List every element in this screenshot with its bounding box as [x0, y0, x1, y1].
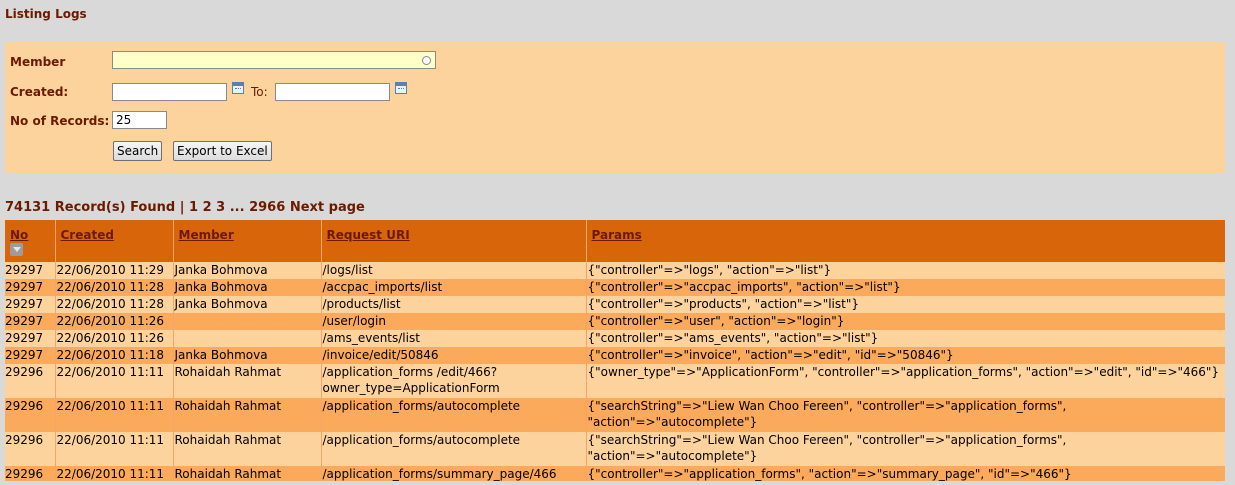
cell-created: 22/06/2010 11:11 [54, 432, 173, 466]
column-header-no[interactable]: No [5, 220, 55, 262]
calendar-icon[interactable] [395, 82, 407, 94]
cell-request-uri: /ams_events/list [320, 330, 586, 347]
filter-panel: Member Created: To: No of Records: Searc… [5, 42, 1225, 173]
pager-separator: | [179, 200, 185, 215]
sort-link-created[interactable]: Created [61, 228, 114, 242]
member-input[interactable] [112, 51, 436, 69]
cell-member: Rohaidah Rahmat [172, 364, 321, 398]
page-link-2[interactable]: 2 [203, 200, 212, 215]
table-header-row: No Created Member Request URI Params [5, 220, 1225, 262]
cell-member: Janka Bohmova [172, 296, 321, 313]
cell-params: {"controller"=>"accpac_imports", "action… [585, 279, 1225, 296]
cell-created: 22/06/2010 11:11 [54, 364, 173, 398]
page-title: Listing Logs [5, 7, 87, 21]
cell-params: {"searchString"=>"Liew Wan Choo Fereen",… [585, 432, 1225, 466]
export-excel-button[interactable]: Export to Excel [173, 141, 272, 161]
cell-no: 29297 [5, 347, 55, 364]
cell-member [172, 330, 321, 347]
cell-request-uri: /application_forms /edit/466?owner_type=… [320, 364, 586, 398]
cell-params: {"searchString"=>"Liew Wan Choo Fereen",… [585, 398, 1225, 432]
table-row: 29297 22/06/2010 11:18 Janka Bohmova /in… [5, 347, 1225, 364]
table-row: 29296 22/06/2010 11:11 Rohaidah Rahmat /… [5, 398, 1225, 432]
table-row: 29296 22/06/2010 11:11 Rohaidah Rahmat /… [5, 432, 1225, 466]
calendar-icon[interactable] [232, 82, 244, 94]
cell-member: Rohaidah Rahmat [172, 398, 321, 432]
records-input[interactable] [112, 111, 167, 129]
cell-params: {"controller"=>"products", "action"=>"li… [585, 296, 1225, 313]
table-row: 29297 22/06/2010 11:26 /ams_events/list … [5, 330, 1225, 347]
sort-descending-icon[interactable] [10, 243, 23, 256]
cell-params: {"controller"=>"ams_events", "action"=>"… [585, 330, 1225, 347]
cell-member: Janka Bohmova [172, 279, 321, 296]
cell-created: 22/06/2010 11:18 [54, 347, 173, 364]
page-bottom-edge [0, 481, 1235, 485]
cell-params: {"controller"=>"logs", "action"=>"list"} [585, 262, 1225, 279]
created-from-input[interactable] [112, 83, 227, 101]
table-row: 29297 22/06/2010 11:26 /user/login {"con… [5, 313, 1225, 330]
cell-request-uri: /accpac_imports/list [320, 279, 586, 296]
cell-created: 22/06/2010 11:28 [54, 279, 173, 296]
cell-no: 29296 [5, 364, 55, 398]
created-label: Created: [10, 85, 69, 99]
cell-no: 29297 [5, 313, 55, 330]
sort-link-member[interactable]: Member [179, 228, 234, 242]
column-header-created[interactable]: Created [54, 220, 173, 262]
cell-member: Janka Bohmova [172, 262, 321, 279]
table-row: 29297 22/06/2010 11:29 Janka Bohmova /lo… [5, 262, 1225, 279]
cell-no: 29297 [5, 279, 55, 296]
cell-request-uri: /logs/list [320, 262, 586, 279]
next-page-link[interactable]: Next page [290, 200, 365, 215]
created-to-input[interactable] [275, 83, 390, 101]
column-header-request-uri[interactable]: Request URI [320, 220, 586, 262]
cell-no: 29297 [5, 262, 55, 279]
cell-created: 22/06/2010 11:26 [54, 313, 173, 330]
to-label: To: [251, 85, 268, 99]
cell-request-uri: /application_forms/autocomplete [320, 432, 586, 466]
pagination: 74131 Record(s) Found | 1 2 3 ... 2966 N… [5, 200, 365, 215]
cell-params: {"controller"=>"invoice", "action"=>"edi… [585, 347, 1225, 364]
search-button[interactable]: Search [113, 141, 163, 161]
records-label: No of Records: [10, 114, 110, 128]
cell-request-uri: /user/login [320, 313, 586, 330]
cell-member [172, 313, 321, 330]
cell-no: 29297 [5, 296, 55, 313]
logs-table: No Created Member Request URI Params 292… [5, 220, 1225, 483]
cell-request-uri: /invoice/edit/50846 [320, 347, 586, 364]
sort-link-params[interactable]: Params [592, 228, 642, 242]
cell-member: Janka Bohmova [172, 347, 321, 364]
sort-link-no[interactable]: No [10, 228, 28, 242]
record-count: 74131 Record(s) Found [5, 200, 176, 215]
table-row: 29297 22/06/2010 11:28 Janka Bohmova /pr… [5, 296, 1225, 313]
page-link-last[interactable]: 2966 [249, 200, 285, 215]
sort-link-request-uri[interactable]: Request URI [327, 228, 410, 242]
cell-created: 22/06/2010 11:28 [54, 296, 173, 313]
cell-no: 29296 [5, 432, 55, 466]
cell-params: {"owner_type"=>"ApplicationForm", "contr… [585, 364, 1225, 398]
member-label: Member [10, 55, 66, 69]
cell-member: Rohaidah Rahmat [172, 432, 321, 466]
cell-request-uri: /products/list [320, 296, 586, 313]
table-row: 29297 22/06/2010 11:28 Janka Bohmova /ac… [5, 279, 1225, 296]
loading-spinner-icon [422, 56, 431, 65]
cell-params: {"controller"=>"user", "action"=>"login"… [585, 313, 1225, 330]
cell-no: 29296 [5, 398, 55, 432]
column-header-member[interactable]: Member [172, 220, 321, 262]
table-row: 29296 22/06/2010 11:11 Rohaidah Rahmat /… [5, 364, 1225, 398]
cell-request-uri: /application_forms/autocomplete [320, 398, 586, 432]
page-link-1[interactable]: 1 [189, 200, 198, 215]
cell-created: 22/06/2010 11:11 [54, 398, 173, 432]
cell-created: 22/06/2010 11:26 [54, 330, 173, 347]
column-header-params[interactable]: Params [585, 220, 1225, 262]
page-link-3[interactable]: 3 [216, 200, 225, 215]
cell-created: 22/06/2010 11:29 [54, 262, 173, 279]
cell-no: 29297 [5, 330, 55, 347]
pager-ellipsis: ... [229, 200, 245, 215]
